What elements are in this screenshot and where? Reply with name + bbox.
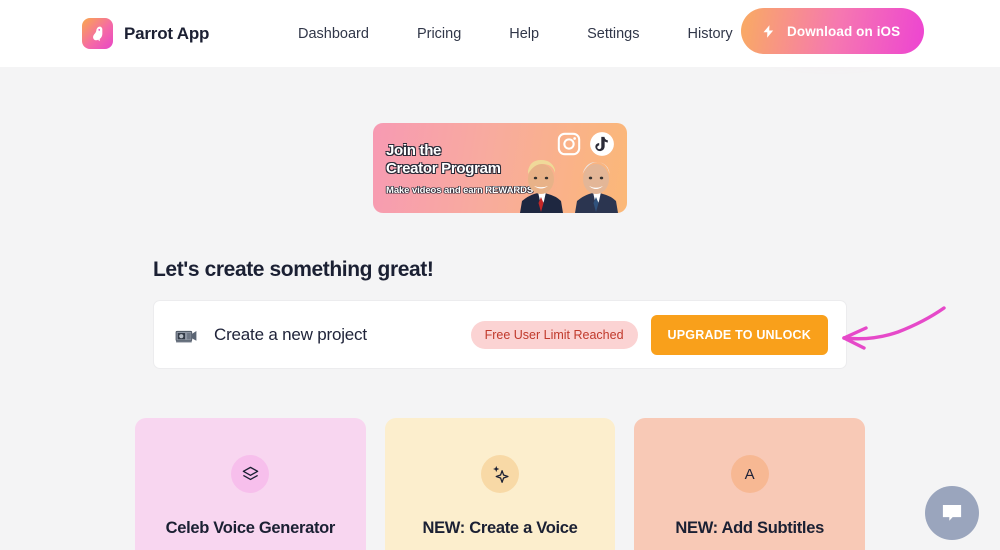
create-project-row[interactable]: Create a new project Free User Limit Rea… — [153, 300, 847, 369]
brand-logo[interactable]: Parrot App — [82, 18, 209, 49]
feature-card-title: Celeb Voice Generator — [165, 519, 336, 537]
feature-card-celeb-voice-generator[interactable]: Celeb Voice Generator — [135, 418, 366, 550]
feature-cards-row: Celeb Voice Generator NEW: Create a Voic… — [135, 418, 866, 550]
main-nav: Dashboard Pricing Help Settings History — [290, 20, 757, 48]
person-photo-right — [575, 162, 618, 213]
nav-item-dashboard[interactable]: Dashboard — [290, 20, 393, 48]
free-limit-badge: Free User Limit Reached — [470, 320, 638, 349]
lightning-bolt-icon — [761, 23, 776, 40]
download-on-ios-label: Download on iOS — [787, 23, 901, 39]
pointing-arrow-annotation — [842, 306, 946, 350]
chat-bubble-icon — [939, 500, 965, 526]
feature-card-title: NEW: Add Subtitles — [675, 519, 824, 537]
banner-subtitle: Make videos and earn REWARDS — [386, 185, 534, 196]
upgrade-to-unlock-button[interactable]: UPGRADE TO UNLOCK — [650, 314, 828, 355]
download-on-ios-button[interactable]: Download on iOS — [741, 8, 925, 54]
nav-item-pricing[interactable]: Pricing — [393, 20, 485, 48]
parrot-logo-icon — [82, 18, 113, 49]
create-project-label: Create a new project — [214, 324, 367, 344]
feature-card-title: NEW: Create a Voice — [422, 519, 578, 537]
banner-title: Join the Creator Program — [386, 142, 501, 177]
page-title: Let's create something great! — [153, 258, 434, 281]
film-projector-icon — [173, 322, 199, 348]
sparkles-icon — [481, 455, 519, 493]
brand-name: Parrot App — [124, 23, 210, 43]
creator-program-banner[interactable]: Join the Creator Program Make videos and… — [373, 123, 627, 213]
layers-icon — [231, 455, 270, 493]
feature-card-create-a-voice[interactable]: NEW: Create a Voice — [384, 418, 616, 550]
banner-people-photos — [514, 149, 623, 213]
nav-item-settings[interactable]: Settings — [563, 20, 663, 48]
person-photo-left — [520, 160, 563, 213]
feature-card-add-subtitles[interactable]: A NEW: Add Subtitles — [634, 418, 866, 550]
letter-a-icon: A — [730, 455, 769, 493]
nav-item-help[interactable]: Help — [485, 20, 563, 48]
support-chat-button[interactable] — [925, 486, 979, 540]
letter-a-glyph: A — [744, 465, 755, 483]
